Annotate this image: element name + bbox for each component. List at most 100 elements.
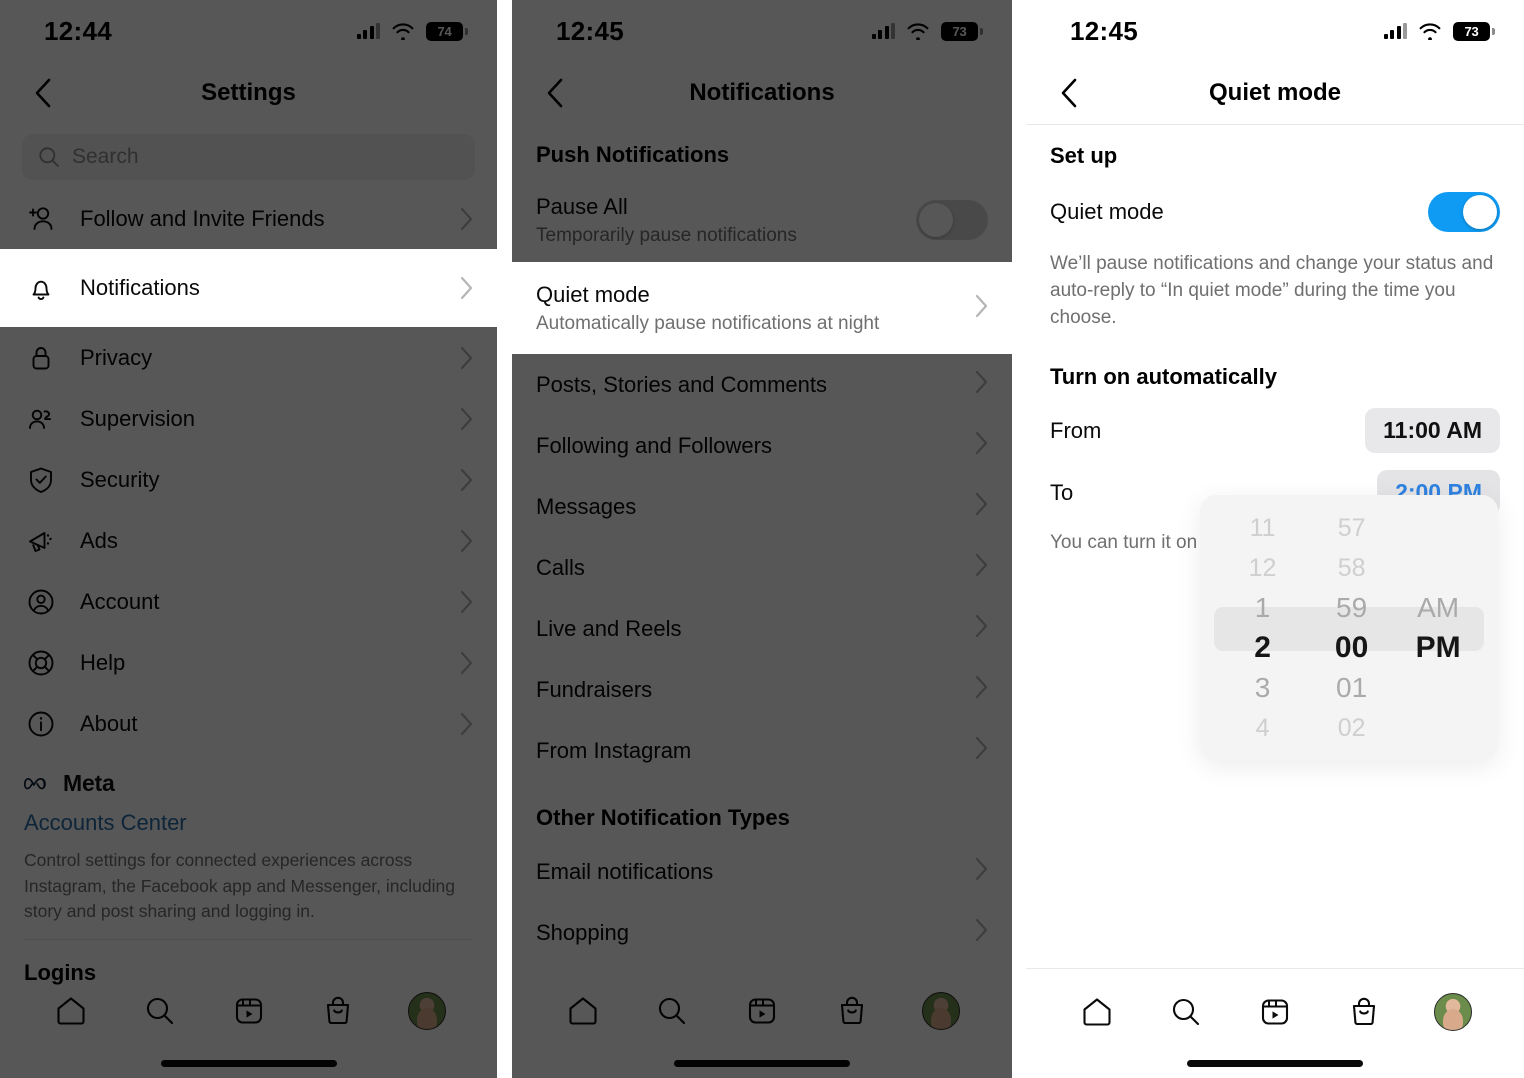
quiet-mode-toggle[interactable] [1428, 192, 1500, 232]
tab-reels[interactable] [1245, 986, 1305, 1038]
tab-search[interactable] [642, 985, 702, 1037]
tab-reels[interactable] [219, 985, 279, 1037]
period-spacer: . [1396, 548, 1480, 588]
sidebar-item-ads[interactable]: Ads [0, 510, 497, 571]
home-icon [1083, 997, 1111, 1026]
hour-option[interactable]: 1 [1218, 588, 1307, 628]
period-option[interactable]: AM [1396, 588, 1480, 628]
row-label: Shopping [536, 919, 629, 945]
row-messages[interactable]: Messages [512, 476, 1012, 537]
row-pause-all[interactable]: Pause All Temporarily pause notification… [512, 178, 1012, 262]
row-live-and-reels[interactable]: Live and Reels [512, 598, 1012, 659]
row-label: Email notifications [536, 858, 714, 884]
back-button[interactable] [538, 76, 572, 110]
sidebar-item-privacy[interactable]: Privacy [0, 327, 497, 388]
battery-icon: 73 [1453, 21, 1495, 41]
sidebar-item-account[interactable]: Account [0, 571, 497, 632]
status-bar: 12:44 74 [0, 0, 497, 62]
tab-profile[interactable] [397, 985, 457, 1037]
time-picker-hour-column[interactable]: 11 12 1 2 3 4 [1218, 514, 1307, 742]
row-posts-stories-comments[interactable]: Posts, Stories and Comments [512, 354, 1012, 415]
row-label: Posts, Stories and Comments [536, 371, 828, 397]
sidebar-item-label: Supervision [80, 405, 195, 431]
row-email-notifications[interactable]: Email notifications [512, 841, 1012, 902]
tab-home[interactable] [41, 985, 101, 1037]
bottom-tab-bar [1026, 968, 1524, 1078]
tab-profile[interactable] [911, 985, 971, 1037]
chevron-right-icon [459, 276, 473, 300]
pause-all-title: Pause All [536, 194, 628, 219]
tab-search[interactable] [130, 985, 190, 1037]
row-quiet-mode-toggle[interactable]: Quiet mode [1026, 179, 1524, 245]
lifebuoy-icon [24, 648, 58, 678]
page-title: Settings [201, 79, 296, 106]
pause-all-toggle[interactable] [916, 200, 988, 241]
chevron-right-icon [459, 712, 473, 736]
accounts-center-description: Control settings for connected experienc… [24, 850, 455, 922]
minute-option[interactable]: 02 [1307, 708, 1396, 748]
meta-brand: Meta [24, 770, 473, 797]
account-circle-icon [24, 587, 58, 617]
bottom-tab-bar [512, 968, 1012, 1078]
row-calls[interactable]: Calls [512, 537, 1012, 598]
row-label: Fundraisers [536, 676, 653, 702]
chevron-right-icon [459, 651, 473, 675]
time-picker[interactable]: 11 12 1 2 3 4 57 58 59 00 01 02 . [1200, 495, 1498, 760]
battery-level: 74 [437, 23, 452, 39]
minute-option[interactable]: 57 [1307, 508, 1396, 548]
sidebar-item-security[interactable]: Security [0, 449, 497, 510]
tab-shop[interactable] [308, 985, 368, 1037]
row-from-time[interactable]: From 11:00 AM [1026, 400, 1524, 462]
back-button[interactable] [1052, 76, 1086, 110]
sidebar-item-help[interactable]: Help [0, 632, 497, 693]
tab-shop[interactable] [1334, 986, 1394, 1038]
from-time-chip[interactable]: 11:00 AM [1365, 408, 1500, 454]
search-input[interactable]: Search [22, 134, 475, 180]
hour-option[interactable]: 3 [1218, 668, 1307, 708]
tab-search[interactable] [1156, 986, 1216, 1038]
tab-home[interactable] [553, 985, 613, 1037]
minute-option-selected[interactable]: 00 [1307, 628, 1396, 668]
panel-gap [497, 0, 512, 1078]
status-time: 12:45 [1070, 15, 1138, 46]
shop-bag-icon [840, 996, 863, 1025]
tab-shop[interactable] [822, 985, 882, 1037]
minute-option[interactable]: 59 [1307, 588, 1396, 628]
row-following-and-followers[interactable]: Following and Followers [512, 415, 1012, 476]
back-button[interactable] [26, 76, 60, 110]
home-icon [56, 997, 85, 1025]
minute-option[interactable]: 01 [1307, 668, 1396, 708]
row-from-instagram[interactable]: From Instagram [512, 720, 1012, 781]
shield-check-icon [24, 465, 58, 495]
time-picker-minute-column[interactable]: 57 58 59 00 01 02 [1307, 514, 1396, 742]
row-fundraisers[interactable]: Fundraisers [512, 659, 1012, 720]
chevron-right-icon [974, 675, 988, 704]
sidebar-item-supervision[interactable]: Supervision [0, 388, 497, 449]
period-option-selected[interactable]: PM [1396, 628, 1480, 668]
minute-option[interactable]: 58 [1307, 548, 1396, 588]
hour-option[interactable]: 11 [1218, 508, 1307, 548]
sidebar-item-label: Account [80, 588, 160, 614]
tab-reels[interactable] [732, 985, 792, 1037]
battery-icon: 73 [941, 21, 983, 41]
hour-option[interactable]: 4 [1218, 708, 1307, 748]
sidebar-item-about[interactable]: About [0, 693, 497, 754]
chevron-right-icon [974, 857, 988, 886]
avatar [922, 992, 961, 1030]
row-quiet-mode[interactable]: Quiet mode Automatically pause notificat… [512, 262, 1012, 355]
people-icon [24, 404, 58, 434]
row-shopping[interactable]: Shopping [512, 902, 1012, 963]
time-picker-period-column[interactable]: . . AM PM . . [1396, 517, 1480, 738]
sidebar-item-label: Security [80, 466, 160, 492]
hour-option-selected[interactable]: 2 [1218, 628, 1307, 668]
chevron-right-icon [974, 918, 988, 947]
sidebar-item-notifications[interactable]: Notifications [0, 249, 497, 327]
hour-option[interactable]: 12 [1218, 548, 1307, 588]
tab-home[interactable] [1067, 986, 1127, 1038]
sidebar-item-follow-invite-friends[interactable]: Follow and Invite Friends [0, 188, 497, 249]
accounts-center-link[interactable]: Accounts Center [24, 810, 473, 836]
turn-on-automatically-header: Turn on automatically [1050, 363, 1277, 389]
sidebar-item-label: Follow and Invite Friends [80, 205, 325, 231]
tab-profile[interactable] [1423, 986, 1483, 1038]
chevron-right-icon [974, 614, 988, 643]
